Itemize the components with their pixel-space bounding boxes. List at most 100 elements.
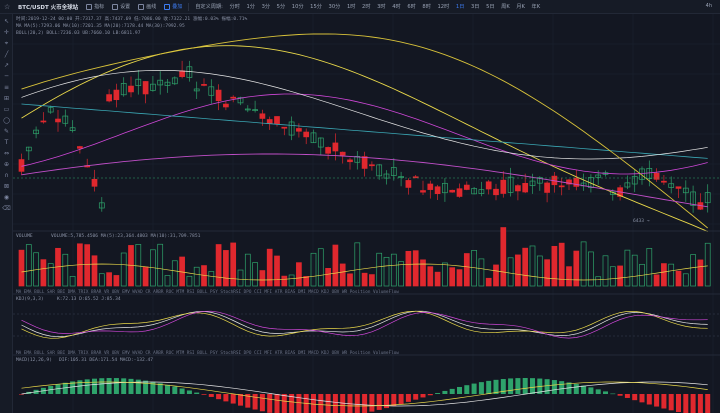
interval-19[interactable]: 年K xyxy=(532,3,541,10)
measure-icon[interactable]: ⇔ xyxy=(3,150,10,157)
text-icon[interactable]: T xyxy=(3,139,10,146)
kdj-j-line xyxy=(21,310,708,339)
volume-bar xyxy=(493,264,499,287)
volume-bar xyxy=(40,259,47,287)
candle-body xyxy=(434,186,441,195)
chart-area[interactable]: 时间:2019-12-24 00:00 开:7317.37 高:7437.69 … xyxy=(13,14,720,413)
ray-icon[interactable]: ↗ xyxy=(3,62,10,69)
drawing-toolbar: ↖ ✛ ⌖ ╱ ↗ ─ ≡ ⊞ ▭ ◯ ✎ T ⇔ ⊕ ∩ ⊠ ◉ ⌫ xyxy=(0,14,13,413)
volume-bar xyxy=(142,266,149,287)
hline-icon[interactable]: ─ xyxy=(3,73,10,80)
macd-bar xyxy=(530,378,535,394)
candle-body xyxy=(500,179,507,194)
layout-label[interactable]: 4h xyxy=(706,3,712,9)
volume-bar xyxy=(354,242,361,287)
overlay-button[interactable]: 叠加 xyxy=(164,3,182,10)
volume-bar xyxy=(62,253,69,287)
volume-bar xyxy=(522,247,529,287)
volume-bar xyxy=(653,274,660,287)
macd-bar xyxy=(92,378,97,394)
interval-4[interactable]: 10分 xyxy=(292,3,304,10)
macd-bar xyxy=(420,394,426,398)
eye-icon[interactable]: ◉ xyxy=(3,194,10,201)
macd-bar xyxy=(427,394,433,396)
macd-bar xyxy=(405,394,411,402)
kdj-label: KDJ(9,3,3) xyxy=(16,296,44,302)
zoom-icon[interactable]: ⊕ xyxy=(3,161,10,168)
magnet-icon[interactable]: ∩ xyxy=(3,172,10,179)
custom-period-label[interactable]: 自定义周期: xyxy=(195,3,223,10)
macd-bar xyxy=(216,394,222,400)
trash-icon[interactable]: ⌫ xyxy=(2,205,10,212)
macd-bar xyxy=(311,394,316,413)
macd-bar xyxy=(486,380,492,394)
line-icon[interactable]: ╱ xyxy=(3,51,10,58)
macd-bar xyxy=(559,381,565,394)
macd-bar xyxy=(654,394,660,407)
candle-body xyxy=(339,151,346,156)
interval-16[interactable]: 5日 xyxy=(486,3,495,10)
candle-body xyxy=(128,85,134,93)
candle-body xyxy=(544,182,550,193)
volume-bar xyxy=(544,259,550,287)
pencil-icon[interactable]: ✎ xyxy=(3,128,10,135)
volume-bar xyxy=(69,276,76,287)
favorite-star-icon[interactable]: ☆ xyxy=(4,3,12,11)
lock-icon[interactable]: ⊠ xyxy=(3,183,10,190)
interval-12[interactable]: 8时 xyxy=(422,3,431,10)
volume-bar xyxy=(120,252,127,287)
volume-bar xyxy=(602,255,609,287)
fib-icon[interactable]: ⊞ xyxy=(3,95,10,102)
volume-bar xyxy=(281,275,288,287)
macd-bar xyxy=(267,394,273,413)
channel-icon[interactable]: ≡ xyxy=(3,84,10,91)
interval-1[interactable]: 1分 xyxy=(246,3,255,10)
macd-bar xyxy=(508,378,514,394)
interval-3[interactable]: 5分 xyxy=(277,3,286,10)
candle-body xyxy=(40,120,47,123)
candle-body xyxy=(427,183,434,190)
interval-7[interactable]: 1时 xyxy=(347,3,356,10)
interval-15[interactable]: 3日 xyxy=(471,3,480,10)
volume-bar xyxy=(171,260,178,287)
rect-icon[interactable]: ▭ xyxy=(3,106,10,113)
interval-14[interactable]: 1日 xyxy=(456,3,465,10)
macd-bar xyxy=(208,394,214,397)
interval-17[interactable]: 周K xyxy=(501,3,510,10)
interval-10[interactable]: 4时 xyxy=(392,3,401,10)
macd-bar xyxy=(296,394,302,413)
interval-2[interactable]: 3分 xyxy=(262,3,271,10)
volume-bar xyxy=(624,249,631,287)
ohlc-readout: 时间:2019-12-24 00:00 开:7317.37 高:7437.69 … xyxy=(16,15,247,22)
volume-bar xyxy=(609,266,616,287)
volume-bar xyxy=(332,244,339,287)
candle-body xyxy=(303,131,310,138)
draw-button[interactable]: 画线 xyxy=(138,3,156,10)
indicator-button[interactable]: 指标 xyxy=(86,3,104,10)
candle-body xyxy=(281,126,288,129)
interval-13[interactable]: 12时 xyxy=(438,3,450,10)
interval-9[interactable]: 3时 xyxy=(377,3,386,10)
candle-body xyxy=(266,119,273,124)
candle-body xyxy=(113,89,120,101)
symbol-title[interactable]: BTC/USDT 火币全球站 xyxy=(18,3,78,11)
volume-bar xyxy=(573,250,580,287)
pointer-icon[interactable]: ↖ xyxy=(3,18,10,25)
interval-6[interactable]: 30分 xyxy=(329,3,341,10)
interval-11[interactable]: 6时 xyxy=(407,3,416,10)
macd-bar xyxy=(690,394,696,413)
ellipse-icon[interactable]: ◯ xyxy=(3,117,10,124)
cursor-icon[interactable]: ⌖ xyxy=(3,40,10,47)
interval-18[interactable]: 月K xyxy=(516,3,525,10)
settings-button-label: 设置 xyxy=(120,4,131,10)
interval-8[interactable]: 2时 xyxy=(362,3,371,10)
macd-bar xyxy=(449,388,455,394)
crosshair-icon[interactable]: ✛ xyxy=(3,29,10,36)
interval-0[interactable]: 分时 xyxy=(230,3,240,10)
settings-button[interactable]: 设置 xyxy=(112,3,130,10)
interval-5[interactable]: 15分 xyxy=(310,3,322,10)
volume-bar xyxy=(84,244,91,287)
volume-bar xyxy=(339,263,346,287)
macd-bar xyxy=(106,378,112,394)
volume-bar xyxy=(296,262,302,287)
